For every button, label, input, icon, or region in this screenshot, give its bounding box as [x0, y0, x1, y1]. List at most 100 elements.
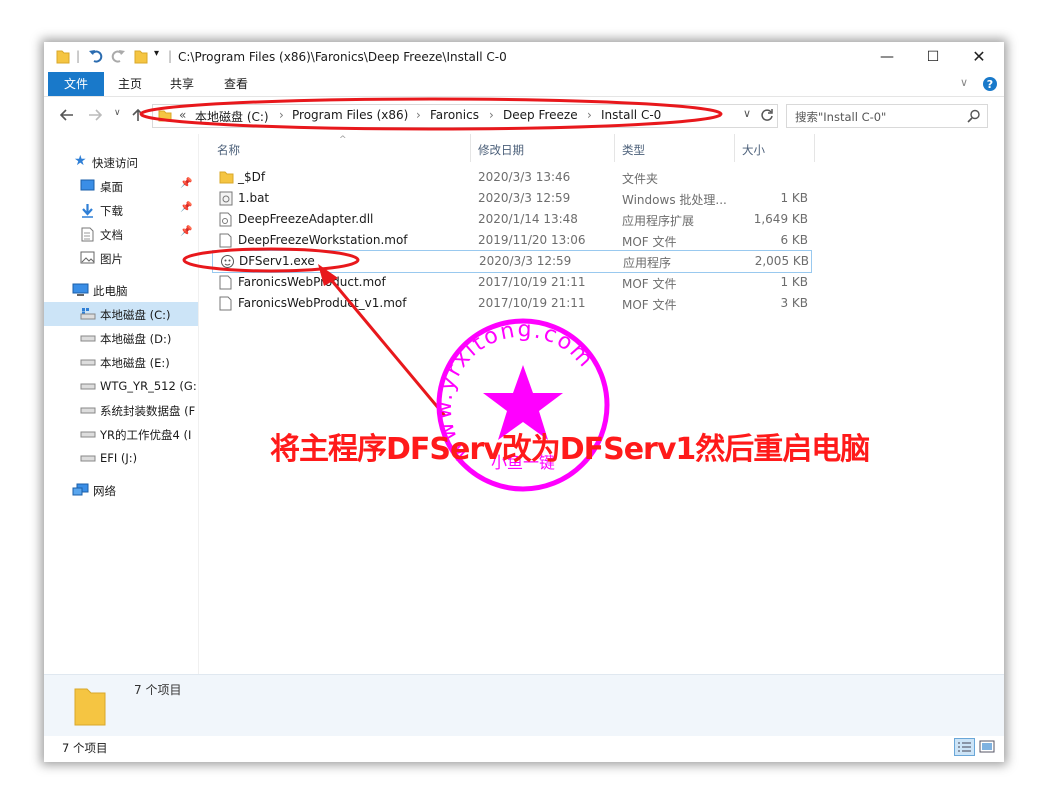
file-name: DeepFreezeAdapter.dll: [238, 212, 374, 226]
column-divider[interactable]: [614, 134, 615, 162]
file-date: 2020/3/3 12:59: [478, 191, 571, 205]
nav-documents[interactable]: 文档 📌: [44, 222, 198, 246]
column-size[interactable]: 大小: [742, 142, 765, 158]
folder-icon: [74, 688, 106, 726]
breadcrumb-overflow[interactable]: «: [179, 108, 186, 122]
file-row[interactable]: 1.bat 2020/3/3 12:59 Windows 批处理... 1 KB: [212, 188, 810, 209]
up-arrow-icon[interactable]: [132, 108, 144, 122]
new-folder-icon[interactable]: [134, 48, 148, 64]
download-arrow-icon: [82, 204, 93, 218]
nav-drive-i[interactable]: YR的工作优盘4 (I: [44, 422, 198, 446]
tab-home[interactable]: 主页: [106, 72, 154, 96]
file-icon: [219, 233, 232, 248]
breadcrumb-drive-c[interactable]: 本地磁盘 (C:): [195, 108, 269, 125]
nav-drive-e[interactable]: 本地磁盘 (E:): [44, 350, 198, 374]
ribbon-tabs: 文件 主页 共享 查看 ∨ ?: [44, 72, 1004, 97]
customize-quick-access-icon[interactable]: ▾: [154, 48, 159, 59]
column-date[interactable]: 修改日期: [478, 142, 524, 158]
file-type: MOF 文件: [622, 298, 677, 312]
file-name: FaronicsWebProduct.mof: [238, 275, 386, 289]
sort-up-icon: ^: [339, 135, 347, 145]
chevron-right-icon[interactable]: ›: [587, 108, 592, 122]
nav-drive-c[interactable]: 本地磁盘 (C:): [44, 302, 198, 326]
help-icon[interactable]: ?: [982, 76, 998, 92]
nav-label: 本地磁盘 (D:): [100, 332, 172, 346]
back-arrow-icon[interactable]: [60, 109, 74, 121]
refresh-icon[interactable]: [760, 108, 774, 122]
nav-label: 下载: [100, 204, 123, 218]
file-row[interactable]: DeepFreezeAdapter.dll 2020/1/14 13:48 应用…: [212, 209, 810, 230]
maximize-button[interactable]: ☐: [910, 42, 956, 72]
address-dropdown-icon[interactable]: ∨: [743, 107, 751, 120]
chevron-right-icon[interactable]: ›: [416, 108, 421, 122]
chevron-right-icon[interactable]: ›: [489, 108, 494, 122]
undo-icon[interactable]: [88, 48, 104, 64]
nav-network[interactable]: 网络: [44, 478, 198, 502]
column-divider[interactable]: [814, 134, 815, 162]
details-view-icon[interactable]: [954, 738, 975, 756]
nav-quick-access[interactable]: ★ 快速访问: [44, 150, 198, 174]
file-type: MOF 文件: [622, 235, 677, 249]
address-row: ∨ « 本地磁盘 (C:) › Program Files (x86) › Fa…: [44, 100, 1004, 132]
minimize-button[interactable]: —: [864, 42, 910, 72]
qa-divider-2: |: [168, 49, 173, 63]
file-row[interactable]: DeepFreezeWorkstation.mof 2019/11/20 13:…: [212, 230, 810, 251]
tab-share[interactable]: 共享: [160, 72, 204, 96]
dll-file-icon: [219, 212, 232, 227]
nav-pictures[interactable]: 图片: [44, 246, 198, 270]
pin-icon[interactable]: 📌: [180, 202, 192, 213]
nav-this-pc[interactable]: 此电脑: [44, 278, 198, 302]
search-box[interactable]: 搜索"Install C-0": [786, 104, 988, 128]
nav-drive-d[interactable]: 本地磁盘 (D:): [44, 326, 198, 350]
file-type: 应用程序扩展: [622, 214, 695, 228]
file-date: 2017/10/19 21:11: [478, 296, 586, 310]
expand-ribbon-icon[interactable]: ∨: [960, 76, 968, 89]
breadcrumb-program-files[interactable]: Program Files (x86): [292, 108, 408, 122]
nav-downloads[interactable]: 下载 📌: [44, 198, 198, 222]
pane-divider[interactable]: [198, 134, 199, 674]
annotation-caption: 将主程序DFServ改为DFServ1然后重启电脑: [270, 432, 870, 467]
close-button[interactable]: ✕: [956, 42, 1002, 72]
computer-icon: [72, 283, 89, 296]
forward-arrow-icon[interactable]: [88, 109, 102, 121]
nav-drive-f[interactable]: 系统封装数据盘 (F: [44, 398, 198, 422]
pin-icon[interactable]: 📌: [180, 178, 192, 189]
drive-icon: [80, 407, 96, 414]
network-icon: [72, 483, 89, 496]
column-type[interactable]: 类型: [622, 142, 645, 158]
tab-view[interactable]: 查看: [214, 72, 258, 96]
recent-locations-icon[interactable]: ∨: [114, 108, 121, 118]
file-row-selected[interactable]: DFServ1.exe 2020/3/3 12:59 应用程序 2,005 KB: [212, 250, 812, 273]
exe-file-icon: [221, 255, 234, 268]
pin-icon[interactable]: 📌: [180, 226, 192, 237]
desktop-icon: [80, 179, 95, 191]
file-row[interactable]: _$Df 2020/3/3 13:46 文件夹: [212, 167, 810, 188]
file-size: 1 KB: [780, 191, 808, 205]
file-row[interactable]: FaronicsWebProduct.mof 2017/10/19 21:11 …: [212, 272, 810, 293]
search-input[interactable]: 搜索"Install C-0": [795, 109, 886, 125]
tab-file[interactable]: 文件: [48, 72, 104, 96]
nav-desktop[interactable]: 桌面 📌: [44, 174, 198, 198]
explorer-window: | ▾ | C:\Program Files (x86)\Faronics\De…: [44, 42, 1004, 762]
column-divider[interactable]: [734, 134, 735, 162]
column-divider[interactable]: [470, 134, 471, 162]
nav-label: YR的工作优盘4 (I: [100, 428, 192, 442]
nav-label: 网络: [93, 484, 116, 498]
search-icon[interactable]: [967, 109, 981, 123]
breadcrumb-deep-freeze[interactable]: Deep Freeze: [503, 108, 578, 122]
file-type: 应用程序: [623, 256, 672, 270]
batch-file-icon: [219, 191, 233, 206]
file-row[interactable]: FaronicsWebProduct_v1.mof 2017/10/19 21:…: [212, 293, 810, 314]
folder-icon: [219, 171, 234, 184]
address-bar[interactable]: « 本地磁盘 (C:) › Program Files (x86) › Faro…: [152, 104, 778, 128]
redo-icon[interactable]: [110, 48, 126, 64]
breadcrumb-faronics[interactable]: Faronics: [430, 108, 479, 122]
column-name[interactable]: 名称: [217, 142, 240, 158]
nav-drive-j[interactable]: EFI (J:): [44, 446, 198, 470]
file-date: 2019/11/20 13:06: [478, 233, 586, 247]
chevron-right-icon[interactable]: ›: [279, 108, 284, 122]
breadcrumb-install[interactable]: Install C-0: [601, 108, 661, 122]
navigation-pane: ★ 快速访问 桌面 📌 下载 📌 文档 📌 图片 此电脑 本地磁盘 (C:) 本…: [44, 134, 198, 674]
nav-drive-g[interactable]: WTG_YR_512 (G:: [44, 374, 198, 398]
large-icons-view-icon[interactable]: [978, 738, 996, 756]
